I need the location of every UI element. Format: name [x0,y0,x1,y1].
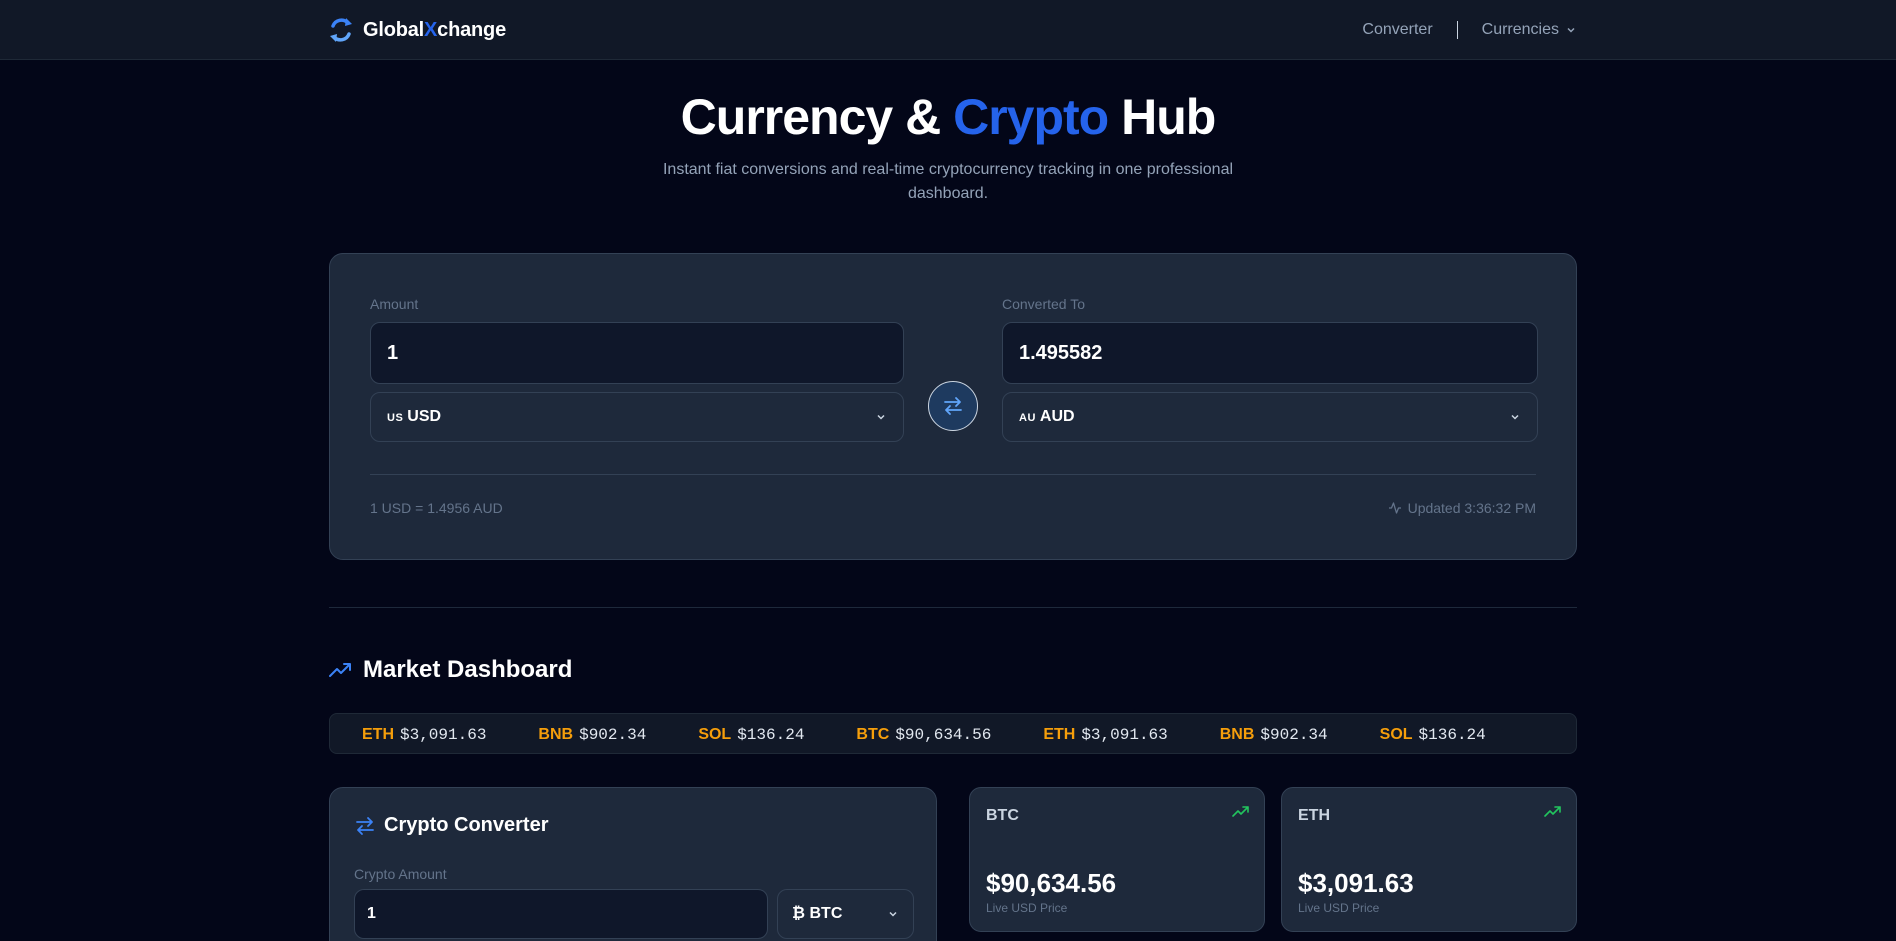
crypto-coin-value: ₿ BTC [792,905,843,922]
ticker-item: SOL $136.24 [698,726,804,744]
chevron-down-icon [1567,27,1575,33]
crypto-converter-title: Crypto Converter [384,814,549,836]
ticker-symbol: BNB [538,725,574,743]
swap-currencies-button[interactable] [928,381,978,431]
crypto-amount-input[interactable]: 1 [354,889,768,939]
crypto-converter-card: Crypto Converter Crypto Amount 1 ₿ BTC [329,787,937,941]
ticker-symbol: BTC [856,725,890,743]
swap-arrows-icon [356,816,374,835]
page-title-accent: Crypto [953,89,1109,145]
to-currency-value: AU AUD [1019,408,1075,425]
us-flag-icon: US [387,412,404,424]
currency-converter-card: Amount 1 US USD Converted To 1.495582 AU A… [329,253,1577,560]
to-currency-select[interactable]: AU AUD [1002,392,1538,442]
nav-links: Converter Currencies [1362,21,1577,39]
nav-converter-link[interactable]: Converter [1362,21,1432,39]
price-card-note: Live USD Price [986,901,1068,915]
ticker-item: ETH $3,091.63 [362,726,486,744]
trending-up-icon [1232,806,1249,817]
trending-up-icon [329,663,351,677]
section-divider [329,607,1577,608]
brand[interactable]: GlobalXchange [329,17,506,43]
crypto-amount-label: Crypto Amount [354,866,447,882]
ticker-item: ETH $3,091.63 [1043,726,1167,744]
ticker-symbol: BNB [1219,725,1255,743]
ticker-price: $3,091.63 [1081,725,1168,744]
ticker-price: $3,091.63 [400,725,487,744]
ticker-price: $90,634.56 [895,725,992,744]
crypto-coin-select[interactable]: ₿ BTC [777,889,914,939]
ticker-item: SOL $136.24 [1380,726,1486,744]
ticker-symbol: ETH [362,725,394,743]
card-divider [370,474,1536,475]
price-card-symbol: BTC [986,807,1019,824]
ticker-price: $136.24 [1418,725,1486,744]
price-card-note: Live USD Price [1298,901,1380,915]
crypto-converter-heading: Crypto Converter [354,814,548,837]
last-updated: Updated 3:36:32 PM [1388,500,1536,516]
exchange-logo-icon [330,18,352,42]
ticker-price: $902.34 [1260,725,1328,744]
ticker-symbol: ETH [1043,725,1076,743]
page-subtitle: Instant fiat conversions and real-time c… [662,161,1234,202]
chevron-down-icon [1511,414,1519,420]
amount-input[interactable]: 1 [370,322,904,384]
exchange-rate-text: 1 USD = 1.4956 AUD [370,500,503,516]
bitcoin-icon: ₿ [792,905,806,922]
navbar-inner: GlobalXchange Converter Currencies [329,0,1577,60]
amount-label: Amount [370,296,419,312]
au-flag-icon: AU [1019,412,1036,424]
price-card-value: $3,091.63 [1298,868,1414,898]
ticker-item: BNB $902.34 [538,726,646,744]
ticker-price: $902.34 [579,725,647,744]
converted-to-label: Converted To [1002,296,1086,312]
ticker-item: BNB $902.34 [1220,726,1328,744]
price-ticker: ETH $3,091.63 BNB $902.34 SOL $136.24 BTC $9… [329,713,1577,754]
last-updated-text: Updated 3:36:32 PM [1407,500,1536,516]
from-currency-select[interactable]: US USD [370,392,904,442]
page-title: Currency & Crypto Hub [680,89,1217,145]
nav-currencies-label: Currencies [1481,21,1559,38]
chevron-down-icon [889,911,897,917]
ticker-symbol: SOL [698,725,732,743]
converted-value-field[interactable]: 1.495582 [1002,322,1538,384]
trending-up-icon [1544,806,1561,817]
price-card-eth[interactable]: ETH $3,091.63 Live USD Price [1281,787,1577,932]
ticker-symbol: SOL [1379,725,1413,743]
from-currency-value: US USD [387,408,442,425]
nav-separator [1456,21,1458,39]
price-card-symbol: ETH [1298,807,1330,824]
brand-name: GlobalXchange [363,18,506,41]
swap-arrows-icon [944,397,962,415]
brand-name-x: X [424,18,438,41]
ticker-item: BTC $90,634.56 [856,726,991,744]
price-card-value: $90,634.56 [986,868,1117,898]
activity-icon [1388,502,1401,514]
ticker-track: ETH $3,091.63 BNB $902.34 SOL $136.24 BTC $9… [362,714,1538,753]
navbar: GlobalXchange Converter Currencies [0,0,1896,60]
price-card-btc[interactable]: BTC $90,634.56 Live USD Price [969,787,1265,932]
market-dashboard-heading: Market Dashboard [329,656,572,684]
ticker-price: $136.24 [737,725,805,744]
chevron-down-icon [877,414,885,420]
nav-currencies-dropdown[interactable]: Currencies [1482,21,1577,39]
market-dashboard-title: Market Dashboard [363,656,573,683]
